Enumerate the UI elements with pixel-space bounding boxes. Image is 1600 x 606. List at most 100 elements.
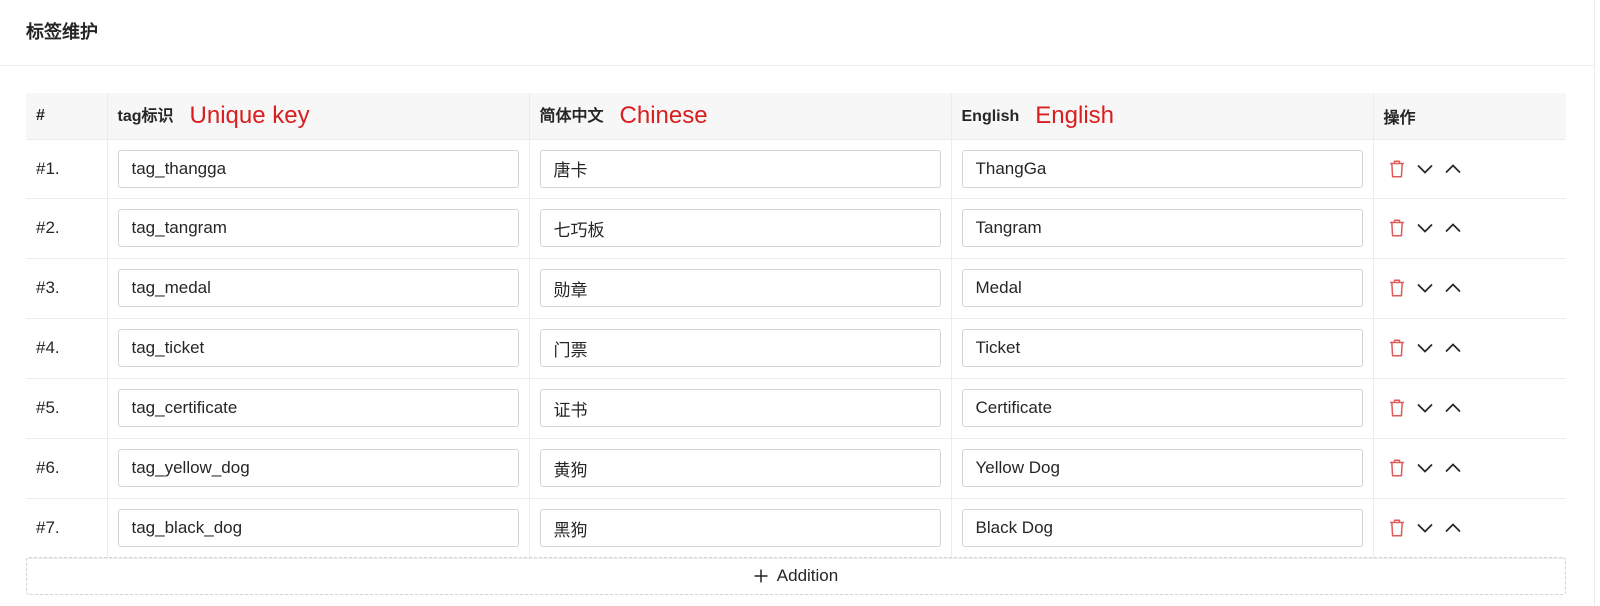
chevron-up-icon[interactable] [1442, 217, 1464, 239]
column-header-key-label: tag标识 [117, 107, 174, 125]
chevron-up-icon[interactable] [1442, 277, 1464, 299]
en-cell [951, 198, 1374, 259]
tag-key-input[interactable] [117, 269, 519, 307]
chinese-name-input[interactable] [539, 449, 941, 487]
actions-cell [1373, 378, 1566, 439]
zh-cell [529, 378, 952, 439]
chevron-down-icon[interactable] [1414, 517, 1436, 539]
chevron-down-icon[interactable] [1414, 457, 1436, 479]
chevron-down-icon[interactable] [1414, 337, 1436, 359]
zh-cell [529, 318, 952, 379]
actions-cell [1373, 498, 1566, 559]
english-name-input[interactable] [961, 329, 1363, 367]
row-actions [1384, 517, 1557, 539]
english-name-input[interactable] [961, 389, 1363, 427]
column-header-index: # [26, 93, 108, 140]
en-cell [951, 438, 1374, 499]
actions-cell [1373, 438, 1566, 499]
chinese-name-input[interactable] [539, 149, 941, 188]
chevron-up-icon[interactable] [1442, 457, 1464, 479]
actions-cell [1373, 139, 1566, 199]
row-index: #5. [36, 398, 60, 417]
en-cell [951, 318, 1374, 379]
chinese-name-input[interactable] [539, 269, 941, 307]
row-index: #7. [36, 518, 60, 537]
chevron-down-icon[interactable] [1414, 397, 1436, 419]
chevron-down-icon[interactable] [1414, 217, 1436, 239]
chevron-up-icon[interactable] [1442, 397, 1464, 419]
zh-annotation: Chinese [619, 101, 708, 129]
en-cell [951, 258, 1374, 319]
table-row: #5. [26, 378, 1566, 439]
row-actions [1384, 277, 1557, 299]
row-index-cell: #1. [26, 139, 108, 199]
row-index-cell: #4. [26, 318, 108, 379]
add-row-button[interactable]: Addition [26, 557, 1566, 595]
scroll-edge [1594, 0, 1595, 606]
trash-icon[interactable] [1386, 457, 1408, 479]
column-header-actions: 操作 [1373, 93, 1566, 140]
table-row: #4. [26, 318, 1566, 379]
row-index: #6. [36, 458, 60, 477]
zh-cell [529, 438, 952, 499]
tag-key-input[interactable] [117, 209, 519, 247]
column-header-en-label: English [961, 107, 1020, 125]
table-row: #3. [26, 258, 1566, 319]
row-index: #3. [36, 278, 60, 297]
key-cell [107, 438, 530, 499]
plus-icon [754, 569, 768, 583]
row-index: #4. [36, 338, 60, 357]
trash-icon[interactable] [1386, 158, 1408, 180]
zh-cell [529, 258, 952, 319]
actions-cell [1373, 258, 1566, 319]
table-row: #1. [26, 139, 1566, 199]
tag-key-input[interactable] [117, 149, 519, 188]
en-annotation: English [1035, 101, 1114, 129]
trash-icon[interactable] [1386, 277, 1408, 299]
tag-key-input[interactable] [117, 389, 519, 427]
zh-cell [529, 139, 952, 199]
chevron-up-icon[interactable] [1442, 158, 1464, 180]
zh-cell [529, 198, 952, 259]
column-header-key: tag标识 Unique key [107, 93, 530, 140]
chevron-up-icon[interactable] [1442, 337, 1464, 359]
card-header: 标签维护 [0, 0, 1594, 66]
english-name-input[interactable] [961, 509, 1363, 547]
add-row-label: Addition [776, 566, 839, 585]
row-index-cell: #2. [26, 198, 108, 259]
row-index-cell: #6. [26, 438, 108, 499]
key-cell [107, 258, 530, 319]
trash-icon[interactable] [1386, 337, 1408, 359]
english-name-input[interactable] [961, 449, 1363, 487]
chevron-down-icon[interactable] [1414, 158, 1436, 180]
key-cell [107, 198, 530, 259]
chinese-name-input[interactable] [539, 389, 941, 427]
trash-icon[interactable] [1386, 397, 1408, 419]
trash-icon[interactable] [1386, 517, 1408, 539]
key-cell [107, 318, 530, 379]
key-cell [107, 139, 530, 199]
chinese-name-input[interactable] [539, 509, 941, 547]
actions-cell [1373, 198, 1566, 259]
table-row: #2. [26, 198, 1566, 259]
english-name-input[interactable] [961, 269, 1363, 307]
english-name-input[interactable] [961, 209, 1363, 247]
column-header-en: English English [951, 93, 1374, 140]
key-annotation: Unique key [189, 101, 310, 129]
chevron-down-icon[interactable] [1414, 277, 1436, 299]
chinese-name-input[interactable] [539, 209, 941, 247]
row-index-cell: #5. [26, 378, 108, 439]
row-index: #2. [36, 218, 60, 237]
en-cell [951, 378, 1374, 439]
trash-icon[interactable] [1386, 217, 1408, 239]
table-row: #6. [26, 438, 1566, 499]
en-cell [951, 139, 1374, 199]
tag-key-input[interactable] [117, 449, 519, 487]
table-header-row: # tag标识 Unique key 简体中文 Chinese English Eng… [26, 93, 1566, 140]
en-cell [951, 498, 1374, 559]
tag-key-input[interactable] [117, 509, 519, 547]
tag-key-input[interactable] [117, 329, 519, 367]
chevron-up-icon[interactable] [1442, 517, 1464, 539]
chinese-name-input[interactable] [539, 329, 941, 367]
english-name-input[interactable] [961, 149, 1363, 188]
